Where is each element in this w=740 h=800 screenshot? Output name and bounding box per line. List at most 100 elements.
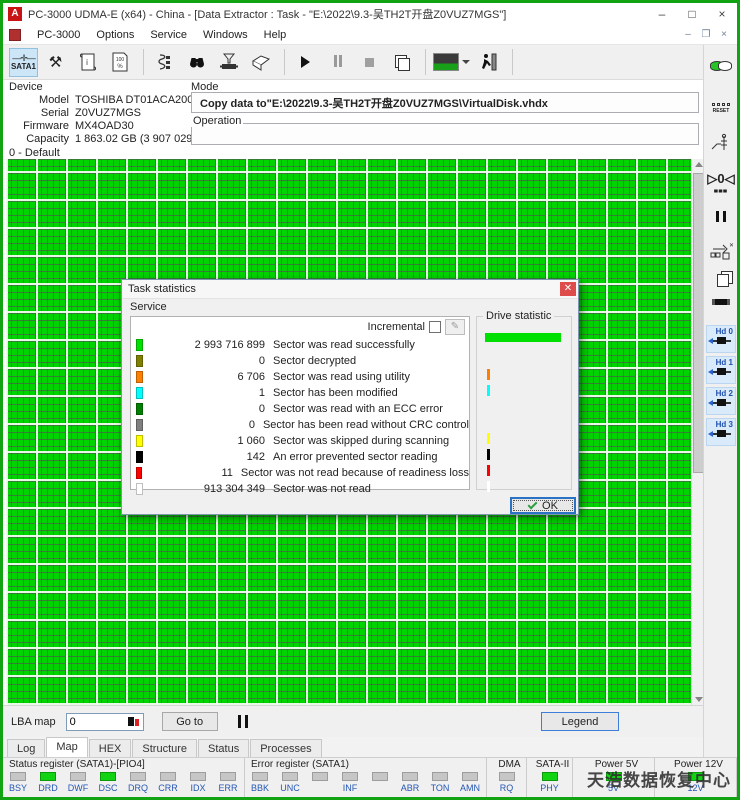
indicator-lamp xyxy=(541,772,558,781)
statistics-row: 11 Sector was not read because of readine… xyxy=(131,465,469,481)
drive-statistic-title: Drive statistic xyxy=(483,310,555,322)
play-icon xyxy=(301,56,310,68)
mdi-minimize-button[interactable]: – xyxy=(681,29,695,41)
sector-count: 1 060 xyxy=(237,435,265,447)
menu-item-options[interactable]: Options xyxy=(88,27,142,43)
dialog-title-bar[interactable]: Task statistics ✕ xyxy=(122,280,578,299)
menu-bar: PC-3000 Options Service Windows Help – ❐ × xyxy=(3,25,737,45)
mdi-restore-button[interactable]: ❐ xyxy=(699,29,713,41)
drive-stat-tick xyxy=(487,465,490,476)
right-toolbar: RESET ▷0◁ ▄▄▄ ✕ Hd 0 Hd 1 Hd 2 Hd 3 xyxy=(703,45,737,757)
sidebar-item-hd3[interactable]: Hd 3 xyxy=(706,418,736,446)
sata-port-button[interactable]: —✛— SATA1 xyxy=(9,47,38,77)
indicator-lamp xyxy=(402,772,418,781)
app-icon: A xyxy=(8,7,22,21)
counter-reset-button[interactable]: ▷0◁ ▄▄▄ xyxy=(704,171,738,193)
exit-person-icon xyxy=(481,53,496,71)
status-indicator-drd: DRD xyxy=(33,770,63,793)
legend-button[interactable]: Legend xyxy=(541,712,619,731)
hd-drive-icon xyxy=(707,429,735,439)
status-group: SATA-II PHY xyxy=(527,758,573,797)
power-control-button[interactable] xyxy=(704,133,738,155)
window-title: PC-3000 UDMA-E (x64) - China - [Data Ext… xyxy=(28,9,507,21)
task-100-icon: 100% xyxy=(112,52,127,72)
eraser-button[interactable] xyxy=(246,48,275,77)
goto-button[interactable]: Go to xyxy=(161,712,218,731)
drive-stat-tick xyxy=(487,433,490,444)
indicator-label: INF xyxy=(342,783,358,793)
indicator-lamp xyxy=(312,772,328,781)
tab-map[interactable]: Map xyxy=(46,737,88,757)
mdi-close-button[interactable]: × xyxy=(717,29,731,41)
incremental-checkbox[interactable] xyxy=(429,321,441,333)
menu-item-pc-3000[interactable]: PC-3000 xyxy=(29,27,88,43)
map-pause-button[interactable] xyxy=(236,715,250,728)
status-indicator-idx: IDX xyxy=(183,770,213,793)
hd-drive-icon xyxy=(707,367,735,377)
chain-skip-button[interactable]: ✕ xyxy=(704,241,738,261)
indicator-label: AMN xyxy=(460,783,480,793)
sidebar-item-hd1[interactable]: Hd 1 xyxy=(706,356,736,384)
map-header-label: 0 - Default xyxy=(9,147,60,159)
filter-button[interactable] xyxy=(214,48,243,77)
status-indicator-bsy: BSY xyxy=(3,770,33,793)
copy-report-button[interactable] xyxy=(387,48,416,77)
menu-item-windows[interactable]: Windows xyxy=(195,27,256,43)
drive-statistic-group: Drive statistic xyxy=(476,310,572,492)
edit-pencil-icon[interactable]: ✎ xyxy=(445,319,465,335)
report-button[interactable]: i xyxy=(73,48,102,77)
exit-button[interactable] xyxy=(474,48,503,77)
statistics-row: 1 060 Sector was skipped during scanning xyxy=(131,433,469,449)
status-group: Error register (SATA1) BBK UNC INF ABR TON AMN xyxy=(245,758,487,797)
tools-button[interactable]: ⚒ xyxy=(41,48,70,77)
status-indicator-crr: CRR xyxy=(153,770,183,793)
tab-processes[interactable]: Processes xyxy=(250,739,322,757)
indicator-label: TON xyxy=(430,783,450,793)
ata-connector-button[interactable] xyxy=(704,299,738,305)
clear-pages-button[interactable] xyxy=(704,271,738,287)
stop-button[interactable] xyxy=(355,48,384,77)
side-pause-button[interactable] xyxy=(704,211,738,225)
sector-count: 11 xyxy=(221,467,233,479)
indicator-lamp xyxy=(342,772,358,781)
scroll-up-icon[interactable] xyxy=(694,160,703,169)
tab-hex[interactable]: HEX xyxy=(88,739,132,757)
close-button[interactable]: × xyxy=(707,4,737,24)
minimize-button[interactable]: – xyxy=(647,4,677,24)
ok-button[interactable]: OK xyxy=(510,497,576,514)
status-color-chip xyxy=(136,371,143,383)
scroll-down-icon[interactable] xyxy=(694,695,703,704)
clamp-button[interactable] xyxy=(150,48,179,77)
statistics-row: 0 Sector was read with an ECC error xyxy=(131,401,469,417)
device-section-title: Device xyxy=(9,81,43,93)
sidebar-item-hd0[interactable]: Hd 0 xyxy=(706,325,736,353)
search-button[interactable] xyxy=(182,48,211,77)
tab-structure[interactable]: Structure xyxy=(132,739,198,757)
tab-status[interactable]: Status xyxy=(198,739,250,757)
lba-bar: LBA map Go to Legend xyxy=(3,705,703,737)
menu-item-help[interactable]: Help xyxy=(256,27,295,43)
eraser-icon xyxy=(251,54,270,71)
reset-button[interactable]: RESET xyxy=(704,97,738,114)
toolbar: —✛— SATA1 ⚒ i 100% xyxy=(3,45,703,80)
maximize-button[interactable]: □ xyxy=(677,4,707,24)
sector-count: 913 304 349 xyxy=(203,483,265,495)
dialog-close-icon[interactable]: ✕ xyxy=(560,282,576,296)
task-statistics-dialog: Task statistics ✕ Service Incremental ✎ … xyxy=(121,279,579,515)
svg-text:100: 100 xyxy=(115,57,124,63)
copy-data-button[interactable] xyxy=(704,61,738,74)
map-preview-dropdown[interactable] xyxy=(432,48,471,77)
start-button[interactable] xyxy=(291,48,320,77)
dialog-service-menu[interactable]: Service xyxy=(130,301,167,313)
status-indicator-dwf: DWF xyxy=(63,770,93,793)
indicator-lamp xyxy=(10,772,26,781)
menu-item-service[interactable]: Service xyxy=(142,27,195,43)
status-group-title: SATA-II xyxy=(535,759,570,770)
statistics-row: 0 Sector has been read without CRC contro… xyxy=(131,417,469,433)
task-100-button[interactable]: 100% xyxy=(105,48,134,77)
device-capacity-row: Capacity 1 863.02 GB (3 907 029 168) xyxy=(26,133,218,145)
sector-label: Sector decrypted xyxy=(273,355,357,367)
pause-button[interactable] xyxy=(323,48,352,77)
sidebar-item-hd2[interactable]: Hd 2 xyxy=(706,387,736,415)
tab-log[interactable]: Log xyxy=(7,739,46,757)
